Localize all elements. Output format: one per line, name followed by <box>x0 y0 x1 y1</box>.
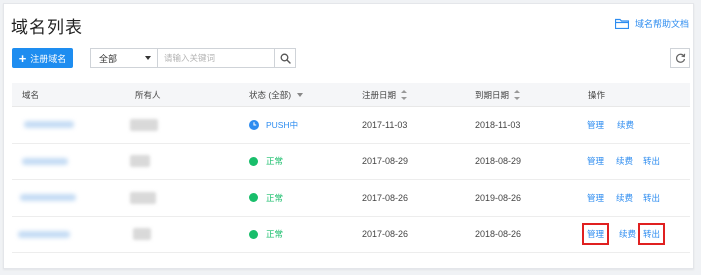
status-text: PUSH中 <box>266 119 299 130</box>
register-domain-button[interactable]: + 注册域名 <box>12 48 73 68</box>
status-badge: 正常 <box>249 228 283 240</box>
search-button[interactable] <box>274 48 296 68</box>
status-text: 正常 <box>266 156 284 167</box>
owner-redacted <box>130 155 150 168</box>
status-badge: PUSH中 <box>249 119 298 131</box>
exp-date: 2019-08-26 <box>475 192 522 203</box>
table-row: 正常 2017-08-26 2018-08-26 管理 续费 转出 <box>12 217 690 253</box>
folder-icon <box>614 18 629 29</box>
manage-link[interactable]: 管理 <box>587 192 604 204</box>
status-badge: 正常 <box>249 155 283 167</box>
search-input[interactable] <box>157 48 275 68</box>
domain-name-redacted[interactable] <box>24 121 74 129</box>
exp-date: 2018-08-26 <box>475 229 522 240</box>
table-header: 域名 所有人 状态 (全部) 注册日期 到期日期 操作 <box>12 83 690 107</box>
help-doc-link[interactable]: 域名帮助文档 <box>614 17 689 30</box>
status-dot-icon <box>249 229 258 239</box>
manage-link[interactable]: 管理 <box>587 155 604 167</box>
filter-caret-icon <box>297 93 304 97</box>
status-text: 正常 <box>266 192 284 203</box>
register-domain-label: 注册域名 <box>30 53 67 64</box>
transfer-out-link[interactable]: 转出 <box>643 192 660 204</box>
domain-list-panel: 域名列表 域名帮助文档 + 注册域名 全部 请输入关键词 域名 所有人 状态 (… <box>3 3 694 269</box>
clock-icon <box>249 119 259 130</box>
search-icon <box>280 53 291 64</box>
renew-link[interactable]: 续费 <box>616 192 633 204</box>
page-title: 域名列表 <box>11 18 83 37</box>
renew-link[interactable]: 续费 <box>616 155 633 167</box>
renew-link[interactable]: 续费 <box>619 228 636 240</box>
col-exp-date[interactable]: 到期日期 <box>475 83 521 107</box>
manage-link[interactable]: 管理 <box>587 119 604 131</box>
caret-down-icon <box>145 56 151 60</box>
col-reg-date-label: 注册日期 <box>362 90 397 100</box>
status-dot-icon <box>249 193 258 203</box>
transfer-out-link[interactable]: 转出 <box>643 155 660 167</box>
status-text: 正常 <box>266 229 284 240</box>
col-status-label: 状态 (全部) <box>249 90 292 100</box>
reg-date: 2017-08-29 <box>362 156 409 167</box>
renew-link[interactable]: 续费 <box>617 119 634 131</box>
plus-icon: + <box>18 50 27 66</box>
reg-date: 2017-08-26 <box>362 229 409 240</box>
sort-icon <box>401 90 408 100</box>
table-row: PUSH中 2017-11-03 2018-11-03 管理 续费 <box>12 107 690 144</box>
exp-date: 2018-08-29 <box>475 156 522 167</box>
help-doc-label: 域名帮助文档 <box>634 19 689 29</box>
transfer-out-link[interactable]: 转出 <box>637 223 666 246</box>
table-row: 正常 2017-08-26 2019-08-26 管理 续费 转出 <box>12 180 690 217</box>
manage-link[interactable]: 管理 <box>581 223 610 246</box>
refresh-icon <box>675 53 685 63</box>
domain-name-redacted[interactable] <box>20 194 76 202</box>
reg-date: 2017-08-26 <box>362 192 409 203</box>
col-actions: 操作 <box>588 90 606 100</box>
owner-redacted <box>130 191 156 204</box>
status-dot-icon <box>249 156 258 166</box>
col-exp-date-label: 到期日期 <box>475 90 510 100</box>
scope-select[interactable]: 全部 <box>90 48 157 68</box>
col-owner: 所有人 <box>135 90 161 100</box>
sort-icon <box>514 90 521 100</box>
exp-date: 2018-11-03 <box>475 119 521 130</box>
scope-select-value: 全部 <box>99 53 118 64</box>
domain-name-redacted[interactable] <box>18 230 70 238</box>
status-badge: 正常 <box>249 192 283 204</box>
table-row: 正常 2017-08-29 2018-08-29 管理 续费 转出 <box>12 144 690 180</box>
reg-date: 2017-11-03 <box>362 119 408 130</box>
owner-redacted <box>130 118 158 131</box>
toolbar: + 注册域名 全部 <box>12 48 690 68</box>
domain-table: 域名 所有人 状态 (全部) 注册日期 到期日期 操作 PUSH中 2017-1… <box>12 83 690 253</box>
col-domain: 域名 <box>22 90 40 100</box>
col-reg-date[interactable]: 注册日期 <box>362 83 408 107</box>
col-status[interactable]: 状态 (全部) <box>249 83 304 107</box>
refresh-button[interactable] <box>670 48 690 68</box>
domain-name-redacted[interactable] <box>22 157 68 165</box>
owner-redacted <box>133 228 151 241</box>
